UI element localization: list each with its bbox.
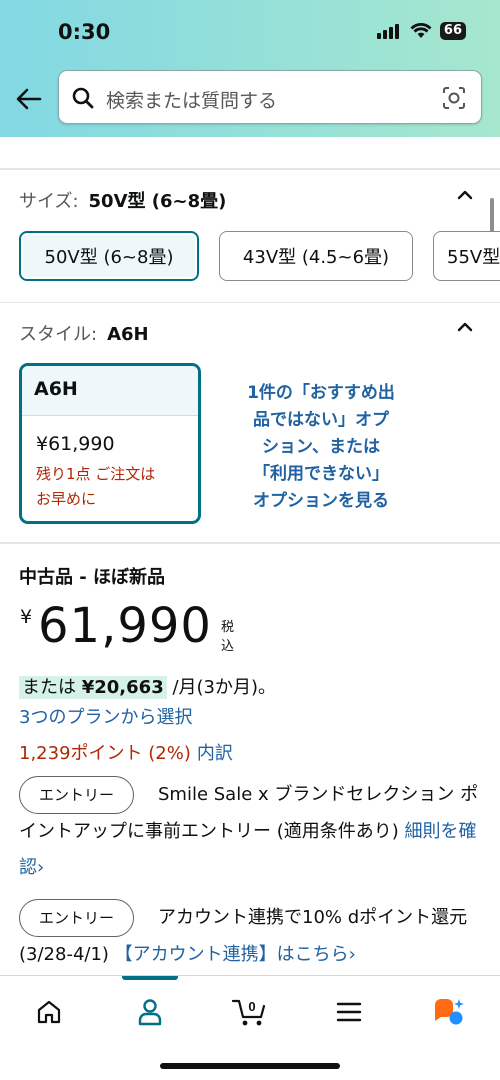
stock-warning-line: 残り1点 ご注文は: [36, 465, 156, 483]
status-icons: 66: [376, 22, 466, 40]
divider: [0, 542, 500, 544]
size-label: サイズ:: [19, 191, 79, 212]
nav-home[interactable]: [29, 992, 69, 1032]
app-root: 0:30 66 検索または質問する サイズ: 50V型 (6~8畳) 50V型 …: [0, 0, 500, 1080]
link-line: オプションを見る: [253, 491, 389, 511]
style-selected-value: A6H: [107, 324, 149, 345]
back-button[interactable]: [14, 84, 44, 114]
plan-select-link[interactable]: 3つのプランから選択: [19, 703, 192, 729]
price-amount: 61,990: [38, 598, 212, 654]
promo-details-link[interactable]: 【アカウント連携】はこちら›: [115, 944, 356, 965]
signal-icon: [376, 24, 399, 39]
link-line: 1件の「おすすめ出: [247, 383, 395, 403]
points-info: 1,239ポイント (2%) 内訳: [19, 739, 233, 765]
nav-rufus-ai[interactable]: [429, 992, 469, 1032]
style-label: スタイル:: [19, 324, 98, 345]
cart-icon: 0: [231, 999, 266, 1026]
search-placeholder: 検索または質問する: [106, 90, 278, 112]
search-icon: [72, 87, 94, 109]
installment-amount: ¥20,663: [81, 677, 164, 698]
home-icon: [37, 1000, 61, 1024]
entry-button[interactable]: エントリー: [19, 899, 134, 937]
stock-warning: 残り1点 ご注文は お早めに: [36, 462, 196, 512]
divider: [0, 302, 500, 303]
promo-item: エントリー Smile Sale x ブランドセレクション ポイントアップに事前エ…: [19, 776, 484, 886]
ai-assistant-icon: [435, 999, 464, 1025]
user-icon: [138, 999, 162, 1026]
battery-indicator: 66: [439, 22, 466, 40]
installment-suffix: /月(3か月)。: [172, 677, 277, 698]
entry-button[interactable]: エントリー: [19, 776, 134, 814]
installment-prefix: または: [22, 677, 76, 698]
size-option-55v[interactable]: 55V型: [433, 231, 500, 281]
nav-active-indicator: [122, 976, 178, 980]
link-line: 品ではない」オプ: [253, 410, 389, 430]
installment-info: または ¥20,663 /月(3か月)。: [19, 673, 276, 699]
wifi-icon: [410, 23, 432, 38]
condition-label: 中古品 - ほぼ新品: [19, 567, 166, 588]
header: 0:30 66 検索または質問する: [0, 0, 500, 137]
camera-scan-icon[interactable]: [441, 85, 467, 111]
points-value: 1,239ポイント (2%): [19, 743, 191, 764]
divider: [0, 168, 500, 170]
link-line: ション、または: [262, 437, 380, 457]
link-line: 「利用できない」: [253, 464, 389, 484]
currency-symbol: ¥: [20, 606, 33, 628]
tax-note: 税込: [221, 620, 235, 654]
style-option-name: A6H: [22, 366, 198, 416]
size-option-43v[interactable]: 43V型 (4.5~6畳): [219, 231, 413, 281]
nav-menu[interactable]: [329, 992, 369, 1032]
cart-count: 0: [248, 999, 255, 1014]
stock-warning-line: お早めに: [36, 490, 97, 508]
installment-highlight: または ¥20,663: [19, 676, 167, 699]
promo-item: エントリー アカウント連携で10% dポイント還元(3/28-4/1) 【アカウン…: [19, 899, 484, 973]
chevron-up-icon[interactable]: [456, 186, 474, 204]
nav-account[interactable]: [130, 992, 170, 1032]
points-breakdown-link[interactable]: 内訳: [197, 743, 233, 764]
status-time: 0:30: [58, 20, 111, 44]
chevron-up-icon[interactable]: [456, 318, 474, 336]
nav-cart[interactable]: 0: [229, 992, 269, 1032]
size-row-label: サイズ: 50V型 (6~8畳): [19, 187, 226, 213]
style-option-card[interactable]: A6H ¥61,990 残り1点 ご注文は お早めに: [19, 363, 201, 524]
menu-icon: [336, 1002, 362, 1022]
size-selected-value: 50V型 (6~8畳): [88, 191, 227, 212]
arrow-left-icon: [16, 88, 42, 110]
size-option-50v[interactable]: 50V型 (6~8畳): [19, 231, 199, 281]
unavailable-options-link[interactable]: 1件の「おすすめ出 品ではない」オプ ション、または 「利用できない」 オプショ…: [226, 380, 416, 515]
search-input[interactable]: 検索または質問する: [58, 70, 482, 124]
style-row-label: スタイル: A6H: [19, 320, 149, 346]
home-indicator: [160, 1063, 340, 1069]
style-option-price: ¥61,990: [36, 433, 115, 455]
